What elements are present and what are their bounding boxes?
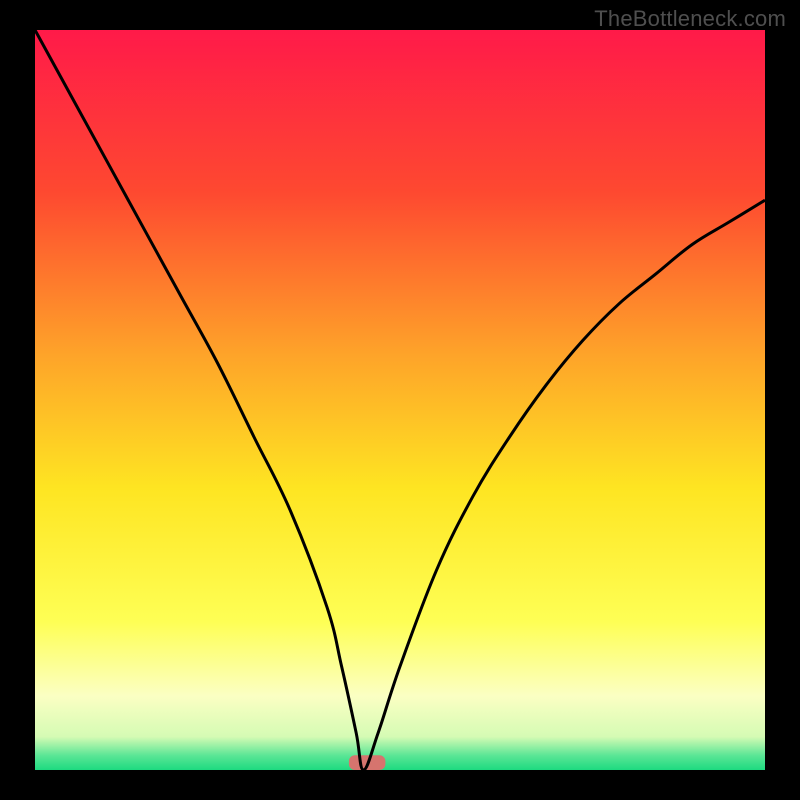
chart-container: TheBottleneck.com <box>0 0 800 800</box>
watermark-text: TheBottleneck.com <box>594 6 786 32</box>
bottleneck-chart <box>0 0 800 800</box>
plot-background <box>35 30 765 770</box>
